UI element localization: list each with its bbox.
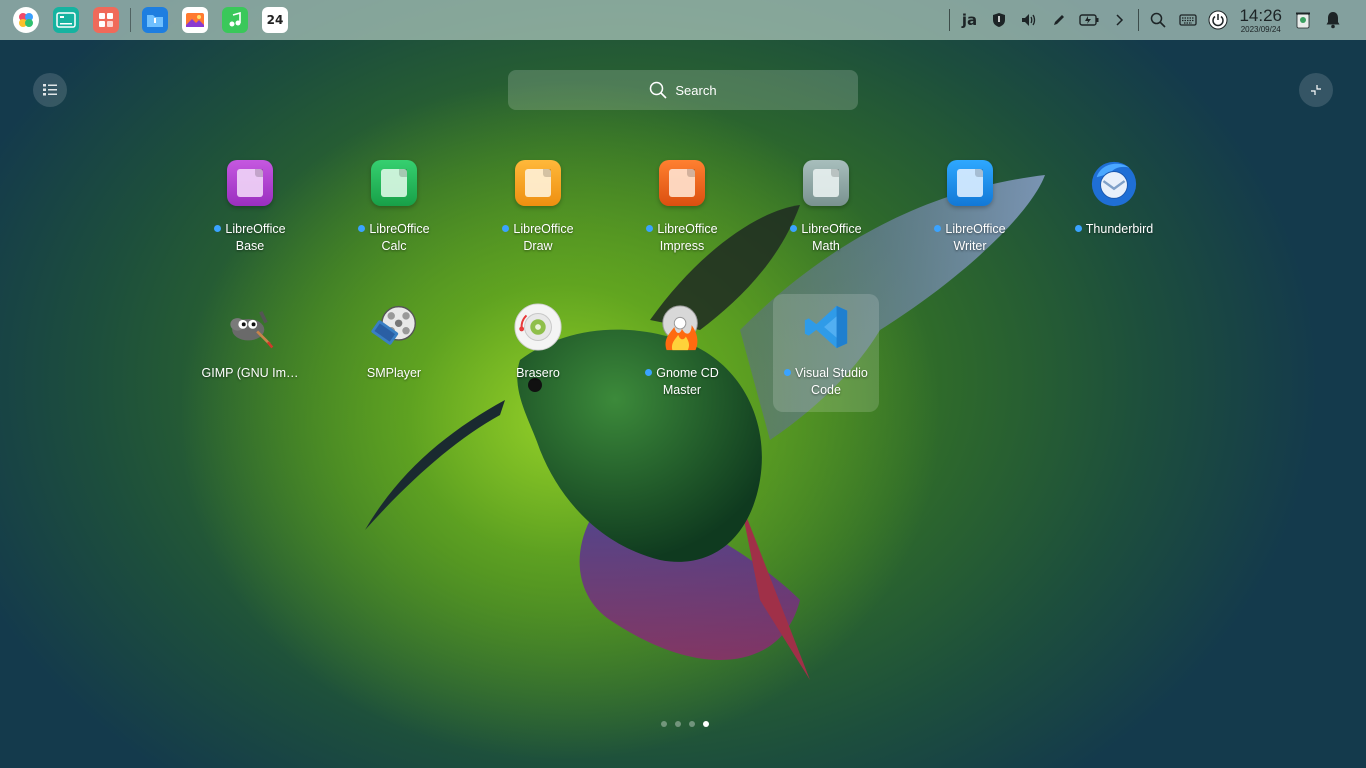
- top-panel: 24 ja 14:26 2023/09/24: [0, 0, 1366, 40]
- clock[interactable]: 14:26 2023/09/24: [1239, 7, 1282, 34]
- search-icon[interactable]: [1143, 0, 1173, 40]
- app-libreoffice-base[interactable]: LibreOffice Base: [197, 150, 303, 268]
- app-libreoffice-writer[interactable]: LibreOffice Writer: [917, 150, 1023, 268]
- exit-fullscreen-button[interactable]: [1299, 73, 1333, 107]
- volume-icon[interactable]: [1014, 0, 1044, 40]
- category-view-button[interactable]: [33, 73, 67, 107]
- trash-icon[interactable]: [1288, 0, 1318, 40]
- new-app-indicator: [646, 225, 654, 232]
- search-icon: [650, 81, 667, 99]
- collapse-icon: [1311, 85, 1321, 95]
- app-label: Gnome CD Master: [629, 365, 735, 399]
- app-libreoffice-math[interactable]: LibreOffice Math: [773, 150, 879, 268]
- page-dot-1[interactable]: [661, 721, 667, 727]
- dock-separator: [130, 8, 131, 32]
- page-indicator: [657, 721, 713, 727]
- page-dot-4[interactable]: [703, 721, 709, 727]
- calendar-day: 24: [266, 13, 284, 27]
- app-label: Visual Studio Code: [773, 365, 879, 399]
- app-label: LibreOffice Calc: [341, 221, 447, 255]
- app-thunderbird[interactable]: Thunderbird: [1061, 150, 1167, 268]
- calendar-icon[interactable]: 24: [262, 7, 288, 33]
- search-box[interactable]: Search: [508, 70, 858, 110]
- libreoffice-base-icon: [225, 158, 275, 208]
- brasero-icon: [513, 302, 563, 352]
- libreoffice-calc-icon: [369, 158, 419, 208]
- app-label: LibreOffice Writer: [917, 221, 1023, 255]
- battery-icon[interactable]: [1074, 0, 1104, 40]
- notification-bell-icon[interactable]: [1318, 0, 1348, 40]
- app-store-icon[interactable]: [93, 7, 119, 33]
- app-libreoffice-calc[interactable]: LibreOffice Calc: [341, 150, 447, 268]
- power-icon[interactable]: [1203, 0, 1233, 40]
- gimp-icon: [225, 302, 275, 352]
- gnome-cd-master-icon: [657, 302, 707, 352]
- app-label: LibreOffice Draw: [485, 221, 591, 255]
- app-gimp[interactable]: GIMP (GNU Im…: [197, 294, 303, 412]
- input-method-indicator[interactable]: ja: [954, 0, 984, 40]
- launcher-icon[interactable]: [13, 7, 39, 33]
- vscode-icon: [801, 302, 851, 352]
- new-app-indicator: [790, 225, 798, 232]
- tray-separator: [949, 9, 951, 31]
- input-method-label: ja: [961, 11, 978, 29]
- thunderbird-icon: [1089, 158, 1139, 208]
- clock-date: 2023/09/24: [1240, 24, 1281, 34]
- new-app-indicator: [1074, 225, 1082, 232]
- music-icon[interactable]: [222, 7, 248, 33]
- app-label: Brasero: [516, 366, 560, 380]
- libreoffice-draw-icon: [513, 158, 563, 208]
- app-label: LibreOffice Impress: [629, 221, 735, 255]
- app-libreoffice-draw[interactable]: LibreOffice Draw: [485, 150, 591, 268]
- page-dot-3[interactable]: [689, 721, 695, 727]
- new-app-indicator: [784, 369, 792, 376]
- app-label: GIMP (GNU Im…: [201, 366, 299, 380]
- new-app-indicator: [214, 225, 222, 232]
- system-tray: ja 14:26 2023/09/24: [945, 0, 1366, 40]
- chevron-right-icon[interactable]: [1104, 0, 1134, 40]
- libreoffice-impress-icon: [657, 158, 707, 208]
- smplayer-icon: [369, 302, 419, 352]
- new-app-indicator: [502, 225, 510, 232]
- terminal-icon[interactable]: [53, 7, 79, 33]
- libreoffice-writer-icon: [945, 158, 995, 208]
- libreoffice-math-icon: [801, 158, 851, 208]
- file-manager-icon[interactable]: [142, 7, 168, 33]
- keyboard-icon[interactable]: [1173, 0, 1203, 40]
- image-viewer-icon[interactable]: [182, 7, 208, 33]
- app-label: Thunderbird: [1061, 221, 1167, 238]
- clock-time: 14:26: [1239, 5, 1282, 25]
- app-gnome-cd-master[interactable]: Gnome CD Master: [629, 294, 735, 412]
- app-label: SMPlayer: [366, 366, 422, 380]
- shield-icon[interactable]: [984, 0, 1014, 40]
- app-brasero[interactable]: Brasero: [485, 294, 591, 412]
- app-label: LibreOffice Base: [197, 221, 303, 255]
- app-visual-studio-code[interactable]: Visual Studio Code: [773, 294, 879, 412]
- new-app-indicator: [645, 369, 653, 376]
- pen-icon[interactable]: [1044, 0, 1074, 40]
- app-label: LibreOffice Math: [773, 221, 879, 255]
- tray-separator: [1138, 9, 1140, 31]
- new-app-indicator: [934, 225, 942, 232]
- search-placeholder: Search: [675, 82, 717, 98]
- dock: 24: [0, 0, 295, 40]
- page-dot-2[interactable]: [675, 721, 681, 727]
- new-app-indicator: [358, 225, 366, 232]
- list-icon: [43, 84, 57, 96]
- app-smplayer[interactable]: SMPlayer: [341, 294, 447, 412]
- app-libreoffice-impress[interactable]: LibreOffice Impress: [629, 150, 735, 268]
